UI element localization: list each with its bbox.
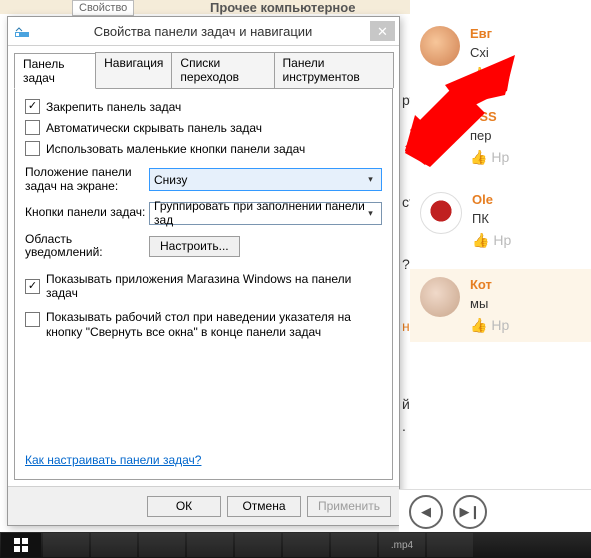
label-store-apps: Показывать приложения Магазина Windows н… [46, 272, 382, 300]
media-controls: ◀ ▶❙ [399, 489, 591, 534]
label-small-buttons: Использовать маленькие кнопки панели зад… [46, 142, 305, 156]
cancel-button[interactable]: Отмена [227, 496, 301, 517]
avatar[interactable] [420, 192, 462, 234]
checkbox-autohide[interactable] [25, 120, 40, 135]
taskbar-app[interactable] [427, 533, 473, 557]
dialog-button-bar: ОК Отмена Применить [8, 486, 399, 525]
taskbar-app[interactable] [235, 533, 281, 557]
help-link[interactable]: Как настраивать панели задач? [25, 453, 382, 467]
taskbar-app[interactable] [91, 533, 137, 557]
like-icon[interactable]: 👍 Нр [472, 232, 591, 249]
select-buttons[interactable]: Группировать при заполнении панели зад ▾ [149, 202, 382, 225]
label-position: Положение панели задач на экране: [25, 166, 149, 194]
tab-taskbar[interactable]: Панель задач [14, 53, 96, 89]
prev-button[interactable]: ◀ [409, 495, 443, 529]
avatar[interactable] [420, 277, 460, 317]
label-autohide: Автоматически скрывать панель задач [46, 121, 262, 135]
label-buttons: Кнопки панели задач: [25, 206, 149, 220]
bg-text-fragment: . [402, 418, 406, 434]
next-button[interactable]: ▶❙ [453, 495, 487, 529]
comments-column: Евг Схі 👍 Нр USS пер 👍 Нр Ole ПК 👍 Нр Ко… [410, 0, 591, 488]
avatar[interactable] [420, 109, 460, 149]
system-icon [14, 23, 30, 39]
checkbox-store-apps[interactable] [25, 279, 40, 294]
comment-item: USS пер 👍 Нр [410, 103, 591, 172]
tab-strip: Панель задач Навигация Списки переходов … [14, 52, 393, 88]
taskbar-app[interactable] [43, 533, 89, 557]
like-icon[interactable]: 👍 Нр [470, 317, 591, 334]
bg-heading: Прочее компьютерное [210, 0, 355, 15]
taskbar-app[interactable] [331, 533, 377, 557]
select-buttons-value: Группировать при заполнении панели зад [154, 199, 377, 227]
start-button[interactable] [1, 533, 41, 557]
titlebar: Свойства панели задач и навигации ✕ [8, 17, 399, 46]
checkbox-small-buttons[interactable] [25, 141, 40, 156]
customize-button[interactable]: Настроить... [149, 236, 240, 257]
comment-author[interactable]: Ole [472, 192, 591, 207]
taskbar-properties-dialog: Свойства панели задач и навигации ✕ Пане… [7, 16, 400, 526]
label-lock-taskbar: Закрепить панель задач [46, 100, 181, 114]
comment-item: Евг Схі 👍 Нр [410, 20, 591, 89]
comment-author[interactable]: USS [470, 109, 591, 124]
comment-author[interactable]: Евг [470, 26, 591, 41]
comment-text: Схі [470, 45, 591, 60]
comment-item: Ole ПК 👍 Нр [410, 186, 591, 255]
chevron-down-icon: ▾ [363, 206, 378, 221]
windows-taskbar: .mp4 [0, 532, 591, 558]
label-peek: Показывать рабочий стол при наведении ук… [46, 310, 382, 340]
avatar[interactable] [420, 26, 460, 66]
label-notification-area: Область уведомлений: [25, 233, 149, 261]
select-position-value: Снизу [154, 173, 187, 187]
chevron-down-icon: ▾ [363, 172, 378, 187]
tab-jumplists[interactable]: Списки переходов [171, 52, 274, 88]
comment-item-reply: Кот мы 👍 Нр [410, 269, 591, 342]
bg-tab: Свойство [72, 0, 134, 16]
close-button[interactable]: ✕ [370, 21, 395, 41]
tab-toolbars[interactable]: Панели инструментов [274, 52, 394, 88]
taskbar-app[interactable] [283, 533, 329, 557]
checkbox-peek[interactable] [25, 312, 40, 327]
comment-text: ПК [472, 211, 591, 226]
taskbar-app[interactable] [187, 533, 233, 557]
tab-navigation[interactable]: Навигация [95, 52, 172, 88]
checkbox-lock-taskbar[interactable] [25, 99, 40, 114]
select-position[interactable]: Снизу ▾ [149, 168, 382, 191]
dialog-title: Свойства панели задач и навигации [36, 24, 370, 39]
apply-button[interactable]: Применить [307, 496, 391, 517]
taskbar-file[interactable]: .mp4 [379, 533, 425, 557]
comment-text: мы [470, 296, 591, 311]
ok-button[interactable]: ОК [147, 496, 221, 517]
tab-panel-taskbar: Закрепить панель задач Автоматически скр… [14, 88, 393, 480]
comment-author[interactable]: Кот [470, 277, 591, 292]
taskbar-app[interactable] [139, 533, 185, 557]
comment-text: пер [470, 128, 591, 143]
like-icon[interactable]: 👍 Нр [470, 149, 591, 166]
like-icon[interactable]: 👍 Нр [470, 66, 591, 83]
